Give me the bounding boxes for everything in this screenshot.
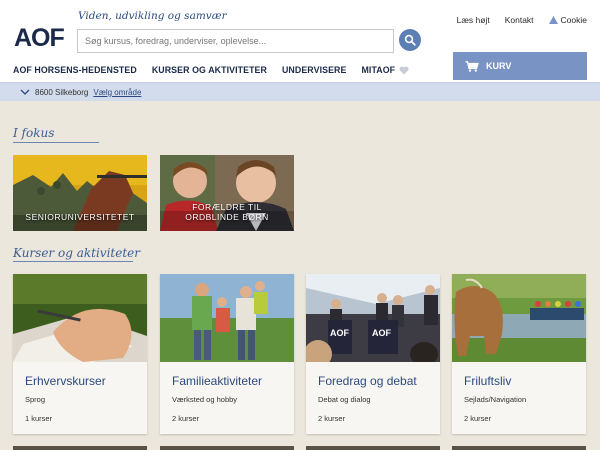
search-input[interactable]	[77, 29, 394, 53]
top-links: Læs højt Kontakt Cookie	[457, 15, 587, 25]
next-card-peek	[160, 446, 294, 450]
site-header: AOF Viden, udvikling og samvær Læs højt …	[0, 0, 600, 82]
focus-tile-caption: FORÆLDRE TIL ORDBLINDE BØRN	[185, 202, 269, 222]
next-card-peek	[13, 446, 147, 450]
courses-section-title: Kurser og aktiviteter	[13, 246, 140, 260]
focus-tile-caption: SENIORUNIVERSITETET	[25, 212, 135, 222]
search-button[interactable]	[399, 29, 421, 51]
card-image	[452, 274, 586, 362]
warning-icon	[548, 16, 558, 24]
card-title: Foredrag og debat	[318, 374, 417, 388]
svg-text:AOF: AOF	[372, 328, 392, 338]
card-count: 1 kurser	[25, 414, 53, 423]
card-image: AOF AOF	[306, 274, 440, 362]
nav-item-horsens-hedensted[interactable]: AOF HORSENS-HEDENSTED	[13, 65, 137, 75]
courses-underline	[13, 261, 133, 262]
course-card-familieaktiviteter[interactable]: Familieaktiviteter Værksted og hobby 2 k…	[160, 274, 294, 434]
family-image	[160, 274, 294, 362]
card-count: 2 kurser	[464, 414, 492, 423]
heart-icon	[399, 66, 409, 74]
choose-area-link[interactable]: Vælg område	[93, 88, 141, 97]
search-icon	[404, 34, 416, 46]
main-nav: AOF HORSENS-HEDENSTED KURSER OG AKTIVITE…	[13, 65, 409, 75]
card-category[interactable]: Sprog	[25, 395, 45, 404]
svg-text:AOF: AOF	[330, 328, 350, 338]
course-card-friluftsliv[interactable]: Friluftsliv Sejlads/Navigation 2 kurser	[452, 274, 586, 434]
debate-stage-image: AOF AOF	[306, 274, 440, 362]
next-card-peek	[452, 446, 586, 450]
nav-item-teachers[interactable]: UNDERVISERE	[282, 65, 347, 75]
card-count: 2 kurser	[172, 414, 200, 423]
card-image	[13, 274, 147, 362]
focus-underline	[13, 142, 99, 143]
card-title: Friluftsliv	[464, 374, 512, 388]
location-bar: 8600 Silkeborg Vælg område	[0, 82, 600, 101]
aof-logo[interactable]: AOF	[14, 26, 65, 51]
card-title: Familieaktiviteter	[172, 374, 263, 388]
focus-tile-ordblinde[interactable]: FORÆLDRE TIL ORDBLINDE BØRN	[160, 155, 294, 231]
card-image	[160, 274, 294, 362]
cart-icon	[465, 60, 479, 72]
cart-button[interactable]: KURV	[453, 52, 587, 80]
pen-hand-image	[13, 274, 147, 362]
location-text: 8600 Silkeborg	[35, 87, 89, 97]
course-card-erhvervskurser[interactable]: Erhvervskurser Sprog 1 kurser	[13, 274, 147, 434]
highland-cattle-image	[452, 274, 586, 362]
contact-link[interactable]: Kontakt	[505, 15, 534, 25]
cookie-link[interactable]: Cookie	[548, 15, 587, 25]
read-aloud-link[interactable]: Læs højt	[457, 15, 490, 25]
course-card-foredrag-og-debat[interactable]: AOF AOF Foredrag og debat Debat og dialo…	[306, 274, 440, 434]
card-title: Erhvervskurser	[25, 374, 106, 388]
focus-section-title: I fokus	[13, 126, 55, 140]
card-category[interactable]: Værksted og hobby	[172, 395, 237, 404]
next-card-peek	[306, 446, 440, 450]
card-count: 2 kurser	[318, 414, 346, 423]
card-category[interactable]: Debat og dialog	[318, 395, 371, 404]
nav-item-courses[interactable]: KURSER OG AKTIVITETER	[152, 65, 267, 75]
chevron-down-icon[interactable]	[20, 89, 30, 95]
nav-item-mitaof[interactable]: MITAOF	[361, 65, 409, 75]
tagline: Viden, udvikling og samvær	[78, 10, 227, 22]
focus-tile-senioruniversitetet[interactable]: SENIORUNIVERSITETET	[13, 155, 147, 231]
card-category[interactable]: Sejlads/Navigation	[464, 395, 526, 404]
